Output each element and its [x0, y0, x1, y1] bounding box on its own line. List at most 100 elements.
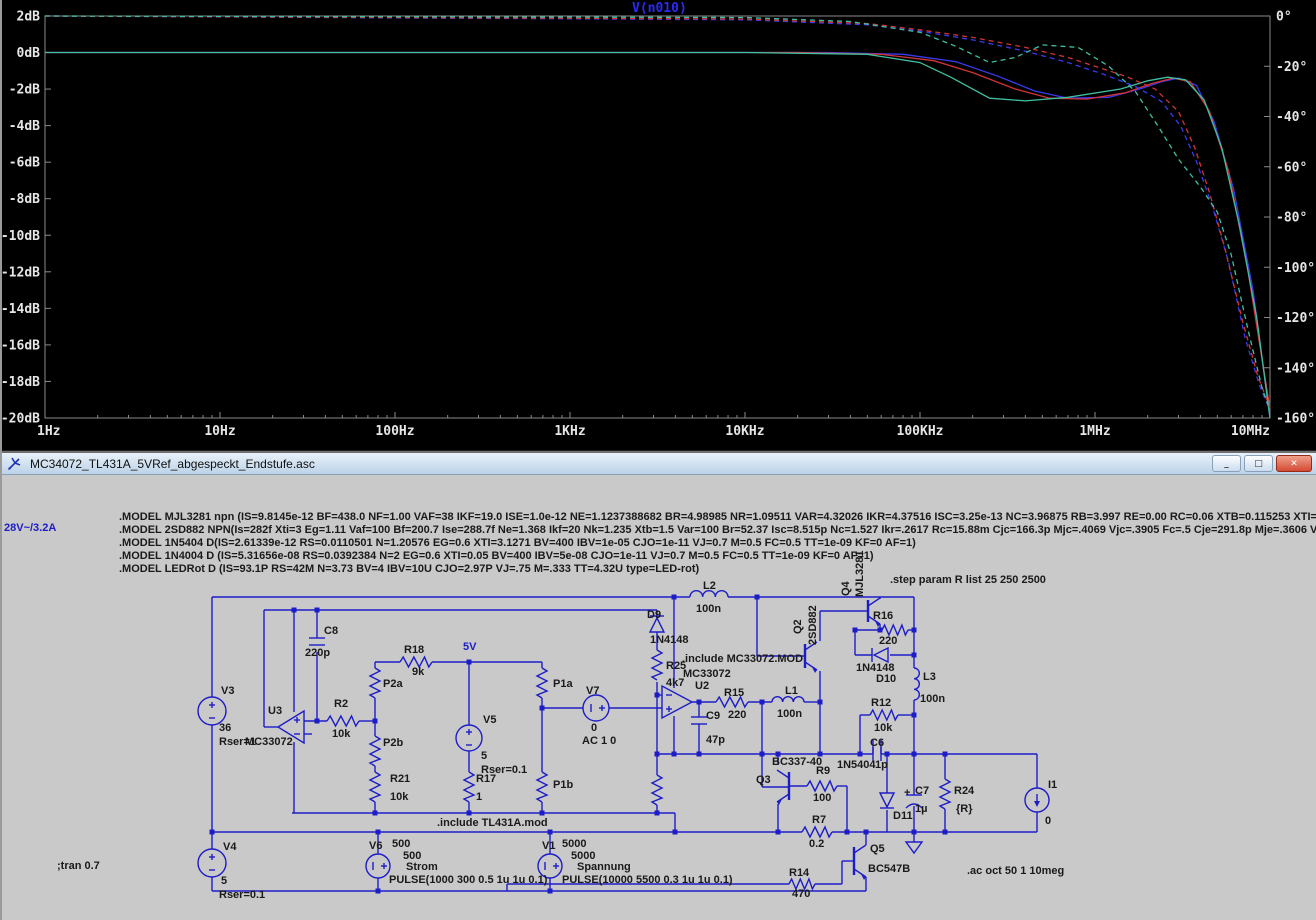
component-label: 5000 [562, 838, 586, 850]
restore-button[interactable]: □ [1244, 455, 1273, 472]
trace-phase-green [45, 16, 1270, 411]
wire [805, 662, 817, 670]
component-label: 36 [219, 722, 231, 734]
component-label: R14 [789, 867, 810, 879]
component-label: R9 [816, 765, 830, 777]
component-label: Q2 [792, 619, 804, 634]
x-axis-tick-label: 1KHz [554, 424, 585, 439]
component-label: 0.2 [809, 838, 824, 850]
component-label: 2SD882 [807, 605, 819, 645]
component-label: V6 [369, 840, 382, 852]
schematic-canvas[interactable]: .MODEL MJL3281 npn (IS=9.8145e-12 BF=438… [2, 475, 1316, 920]
x-axis-tick-label: 1Hz [37, 424, 60, 439]
component-label: L2 [703, 580, 716, 592]
component-label: 1 [476, 791, 482, 803]
ltspice-window: 2dB0dB-2dB-4dB-6dB-8dB-10dB-12dB-14dB-16… [0, 0, 1316, 920]
spice-directive: .MODEL 2SD882 NPN(Is=282f Xti=3 Eg=1.11 … [119, 524, 1316, 536]
right-axis-tick-label: -40° [1276, 110, 1307, 125]
component-label: 10k [332, 728, 351, 740]
right-axis-tick-label: -100° [1276, 261, 1315, 276]
component-label: {R} [956, 803, 973, 815]
component-label: D10 [876, 673, 896, 685]
component-label: U2 [695, 680, 709, 692]
left-axis-tick-label: -6dB [9, 156, 40, 171]
component-label: 100n [777, 708, 802, 720]
trace-magnitude-green [45, 53, 1270, 419]
component-label: P2b [383, 737, 403, 749]
left-axis-tick-label: -16dB [2, 338, 40, 353]
component-label: MC33072 [683, 668, 731, 680]
component-label: Q3 [756, 774, 771, 786]
component-label: L1 [785, 685, 798, 697]
component-label: AC 1 0 [582, 735, 616, 747]
component-label: I1 [1048, 779, 1057, 791]
component-label: 1p [875, 759, 888, 771]
trace-phase-red [45, 16, 1270, 408]
component-label: 220p [305, 647, 330, 659]
component-label: Q4 [840, 580, 852, 596]
component-label: 500 [392, 838, 410, 850]
component-label: BC337-40 [772, 756, 822, 768]
x-axis-tick-label: 10KHz [725, 424, 764, 439]
component-label: 10k [874, 722, 893, 734]
x-axis-tick-label: 100Hz [375, 424, 414, 439]
right-axis-tick-label: -20° [1276, 60, 1307, 75]
component-label: 0 [591, 722, 597, 734]
component-label: R18 [404, 644, 424, 656]
minimize-button[interactable]: _ [1212, 455, 1241, 472]
component-label: 220 [879, 635, 897, 647]
component-label: R21 [390, 773, 410, 785]
wire [854, 869, 866, 877]
left-axis-tick-label: -12dB [2, 265, 40, 280]
spice-directive: .ac oct 50 1 10meg [967, 865, 1064, 877]
component-label: R7 [812, 814, 826, 826]
x-axis-tick-label: 1MHz [1079, 424, 1110, 439]
right-axis-tick-label: -80° [1276, 211, 1307, 226]
component-label: MJL3281 [854, 551, 866, 597]
component-label: + [904, 787, 910, 799]
ltspice-app-icon [6, 456, 24, 472]
spice-directive: .include MC33072.MOD [682, 653, 803, 665]
component-label: 0 [1045, 815, 1051, 827]
trace-magnitude-blue [45, 53, 1270, 419]
x-axis-tick-label: 10Hz [204, 424, 235, 439]
component-label: V3 [221, 685, 234, 697]
x-axis-tick-label: 10MHz [1231, 424, 1270, 439]
component-label: D11 [893, 810, 913, 822]
component-label: 5 [221, 875, 227, 887]
component-label: Rser=0.1 [219, 889, 265, 901]
spice-directive: .MODEL 1N4004 D (IS=5.31656e-08 RS=0.039… [119, 550, 874, 562]
component-label: 470 [792, 888, 810, 900]
component-label: 9k [412, 666, 425, 678]
left-axis-tick-label: -20dB [2, 412, 40, 427]
left-axis-tick-label: -14dB [2, 302, 40, 317]
right-axis-tick-label: -120° [1276, 311, 1315, 326]
waveform-pane[interactable]: 2dB0dB-2dB-4dB-6dB-8dB-10dB-12dB-14dB-16… [2, 0, 1316, 450]
component-label: L3 [923, 671, 936, 683]
left-axis-tick-label: -10dB [2, 229, 40, 244]
component-label: 220 [728, 709, 746, 721]
component-label: P1b [553, 779, 573, 791]
component-label: V7 [586, 685, 599, 697]
component-label: P2a [383, 678, 403, 690]
right-axis-tick-label: -60° [1276, 160, 1307, 175]
wire [868, 598, 880, 606]
component-label: P1a [553, 678, 573, 690]
left-axis-tick-label: -2dB [9, 83, 40, 98]
spice-directive: .step param R list 25 250 2500 [890, 574, 1046, 586]
trace-label[interactable]: V(n010) [632, 1, 687, 16]
x-axis-tick-label: 100KHz [897, 424, 944, 439]
component-label: C9 [706, 710, 720, 722]
component-label: PULSE(1000 300 0.5 1u 1u 0.1) [389, 874, 548, 886]
component-label: 5 [481, 750, 487, 762]
component-label: R2 [334, 698, 348, 710]
close-button[interactable]: ✕ [1276, 455, 1312, 472]
component-label: Spannung [577, 861, 631, 873]
trace-magnitude-red [45, 53, 1270, 409]
right-axis-tick-label: 0° [1276, 10, 1292, 25]
component-label: R12 [871, 697, 891, 709]
component-label: D9 [647, 609, 661, 621]
component-label: 47p [706, 734, 725, 746]
left-axis-tick-label: -8dB [9, 192, 40, 207]
schematic-title-bar[interactable]: MC34072_TL431A_5VRef_abgespeckt_Endstufe… [2, 453, 1316, 475]
